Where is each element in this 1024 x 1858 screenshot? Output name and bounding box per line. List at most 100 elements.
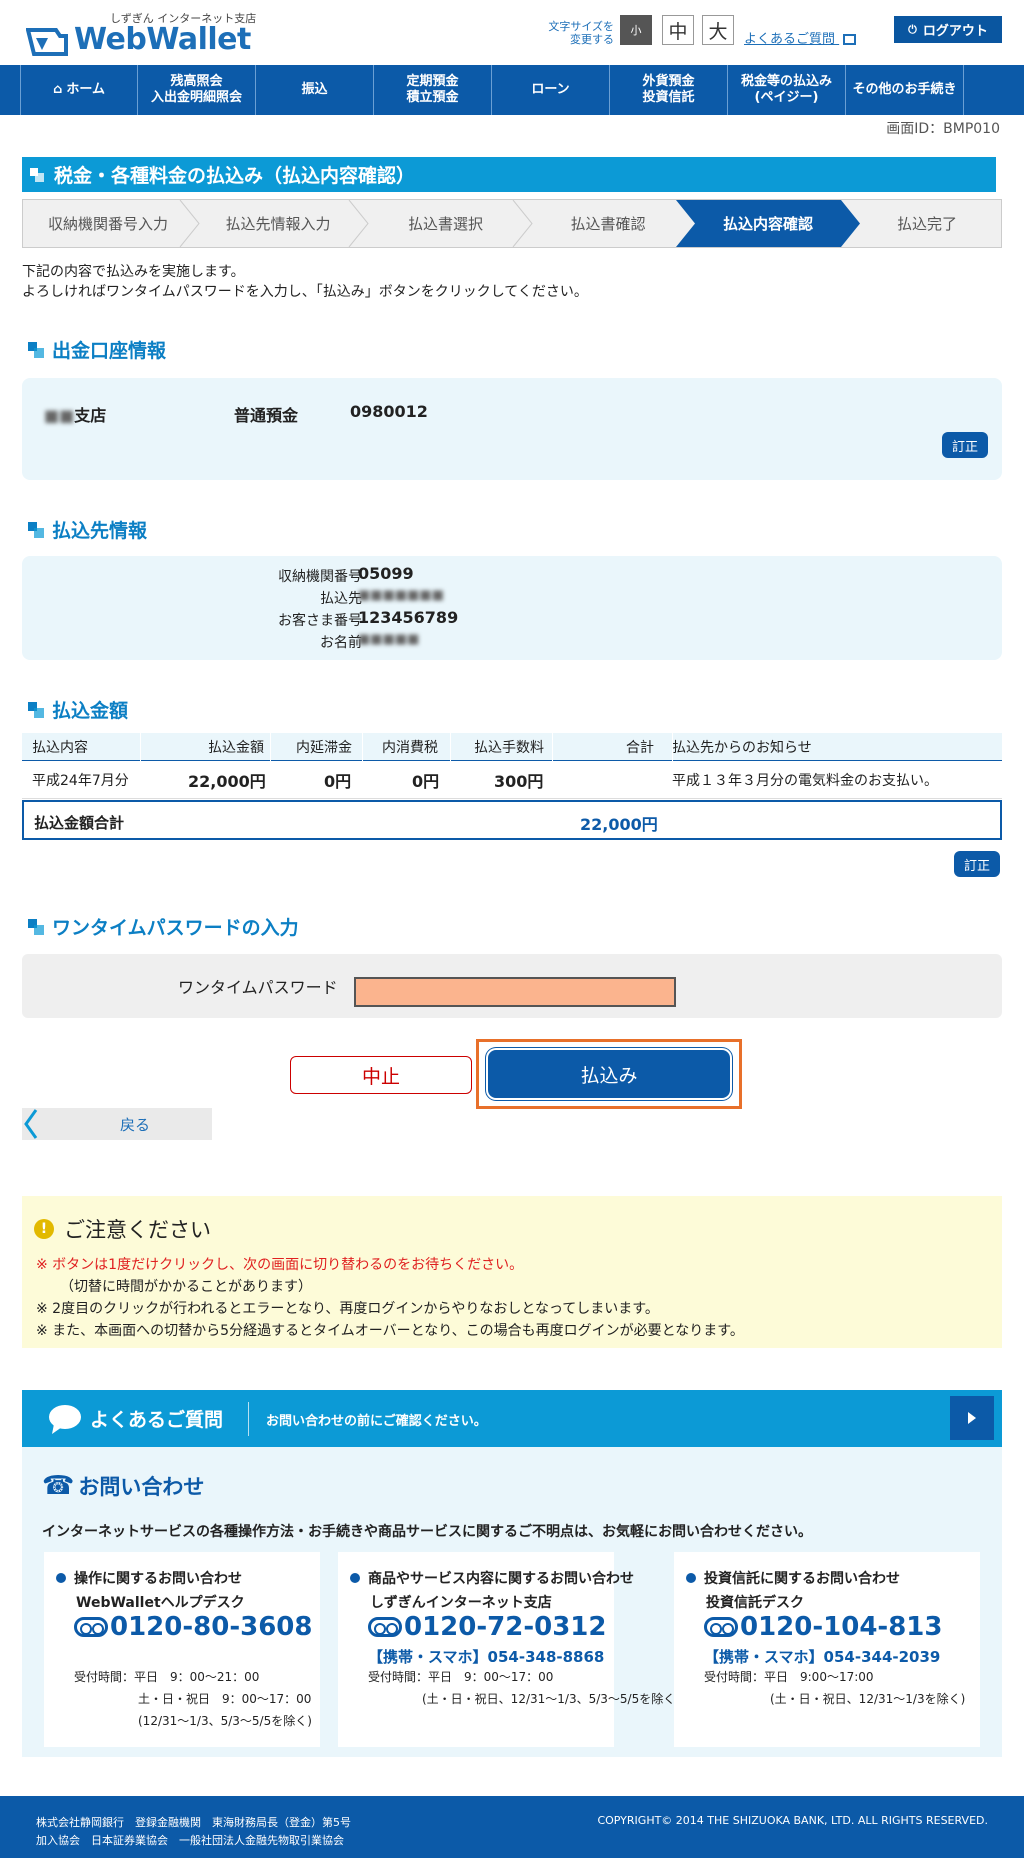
total-value: 22,000円 [580, 815, 658, 834]
notice-line2: （切替に時間がかかることがあります） [60, 1279, 312, 1295]
contact-card-fund: 投資信託に関するお問い合わせ 投資信託デスク 0120-104-813 【携帯・… [674, 1552, 980, 1747]
account-branch: ■■支店 [44, 402, 106, 426]
otp-label: ワンタイムパスワード [178, 978, 338, 997]
amount-total-row: 払込金額合計 22,000円 [22, 800, 1002, 840]
payee-panel: 収納機関番号 05099 払込先 ■■■■■■■ お客さま番号 12345678… [22, 556, 1002, 660]
contact-card-mobile[interactable]: 【携帯・スマホ】054-344-2039 [704, 1646, 940, 1667]
faq-bar-arrow-button[interactable] [950, 1396, 994, 1440]
notice-line4: ※ また、本画面への切替から5分経過するとタイムオーバーとなり、この場合も再度ロ… [36, 1323, 744, 1339]
faq-bar-title: よくあるご質問 [90, 1409, 224, 1431]
payee-customer-name-redacted: ■■■■■ [358, 632, 420, 647]
nav-balance[interactable]: 残高照会 入出金明細照会 [138, 65, 256, 115]
amount-edit-button[interactable]: 訂正 [954, 851, 1000, 877]
nav-deposit[interactable]: 定期預金 積立預金 [374, 65, 492, 115]
row-fee: 300円 [494, 772, 544, 791]
external-window-icon [843, 34, 857, 45]
section-square-icon [28, 521, 44, 538]
payee-heading-text: 払込先情報 [52, 520, 148, 542]
logo[interactable]: しずぎん インターネット支店 WebWallet [24, 10, 264, 58]
row-notice: 平成１３年３月分の電気料金のお支払い。 [672, 773, 938, 789]
home-icon: ⌂ [53, 82, 63, 97]
otp-heading-text: ワンタイムパスワードの入力 [52, 917, 299, 939]
payee-agency-number: 05099 [358, 564, 414, 583]
nav-transfer[interactable]: 振込 [256, 65, 374, 115]
faq-bar-divider [248, 1402, 249, 1436]
contact-card-operation: 操作に関するお問い合わせ WebWalletヘルプデスク 0120-80-360… [44, 1552, 320, 1747]
pay-button[interactable]: 払込み [488, 1050, 730, 1098]
account-edit-button[interactable]: 訂正 [942, 432, 988, 458]
contact-card-hours2: (土・日・祝日、12/31～1/3を除く) [770, 1692, 966, 1706]
faq-bar[interactable]: よくあるご質問 お問い合わせの前にご確認ください。 [22, 1390, 1002, 1447]
contact-card-tel[interactable]: 0120-104-813 [704, 1612, 943, 1642]
freedial-icon [74, 1617, 108, 1637]
step-5-current: 払込内容確認 [722, 215, 813, 233]
row-amount: 22,000円 [188, 772, 266, 791]
payee-customer-number: 123456789 [358, 608, 459, 627]
power-icon: ⏻ [908, 22, 917, 36]
logout-label: ログアウト [922, 24, 988, 39]
contact-card-mobile[interactable]: 【携帯・スマホ】054-348-8868 [368, 1646, 604, 1667]
nav-payeasy[interactable]: 税金等の払込み (ペイジー) [728, 65, 846, 115]
row-content: 平成24年7月分 [32, 773, 129, 789]
exclamation-icon: ! [34, 1219, 54, 1239]
fontsize-small-button[interactable]: 小 [620, 15, 652, 45]
contact-card-desk: 投資信託デスク [706, 1595, 804, 1611]
payee-heading: 払込先情報 [28, 516, 147, 543]
faq-bar-subtitle: お問い合わせの前にご確認ください。 [266, 1414, 487, 1429]
footer-copyright: COPYRIGHT© 2014 THE SHIZUOKA BANK, LTD. … [597, 1814, 988, 1827]
section-square-icon [28, 701, 44, 718]
contact-card-hours1: 受付時間：平日 9：00～17：00 [368, 1670, 554, 1684]
back-label: 戻る [120, 1115, 151, 1134]
col-fee: 払込手数料 [474, 740, 544, 756]
step-2: 払込先情報入力 [225, 215, 331, 233]
contact-card-hours3: (12/31～1/3、5/3～5/5を除く) [138, 1714, 312, 1728]
footer: 株式会社静岡銀行 登録金融機関 東海財務局長（登金）第5号 加入協会 日本証券業… [0, 1796, 1024, 1858]
contact-card-heading: 操作に関するお問い合わせ [56, 1568, 242, 1588]
contact-card-hours1: 受付時間：平日 9:00～17:00 [704, 1670, 874, 1684]
faq-link[interactable]: よくあるご質問 [744, 28, 857, 47]
nav-foreign[interactable]: 外貨預金 投資信託 [610, 65, 728, 115]
contact-card-hours2: 土・日・祝日 9：00～17：00 [138, 1692, 312, 1706]
bullet-icon [350, 1573, 360, 1583]
bullet-icon [686, 1573, 696, 1583]
nav-other[interactable]: その他のお手続き [846, 65, 964, 115]
account-panel: ■■支店 普通預金 0980012 訂正 [22, 378, 1002, 480]
back-button[interactable]: 戻る [22, 1108, 212, 1140]
logout-button[interactable]: ⏻ ログアウト [894, 16, 1002, 43]
col-tax: 内消費税 [382, 740, 438, 756]
fontsize-label: 文字サイズを 変更する [546, 20, 614, 46]
contact-card-product: 商品やサービス内容に関するお問い合わせ しずぎんインターネット支店 0120-7… [338, 1552, 680, 1747]
payee-label-payee: 払込先 [320, 591, 362, 607]
notice-line1: ※ ボタンは1度だけクリックし、次の画面に切り替わるのをお待ちください。 [36, 1257, 524, 1273]
chevron-left-icon [24, 1109, 38, 1139]
contact-title-text: お問い合わせ [78, 1475, 205, 1499]
contact-card-tel-number: 0120-104-813 [740, 1612, 943, 1642]
contact-title: ☎ お問い合わせ [42, 1471, 204, 1501]
account-heading-text: 出金口座情報 [52, 340, 167, 362]
account-branch-suffix: 支店 [74, 406, 107, 425]
bullet-icon [56, 1573, 66, 1583]
col-late-fee: 内延滞金 [296, 740, 352, 756]
nav-loan[interactable]: ローン [492, 65, 610, 115]
col-divider [140, 733, 141, 761]
otp-input[interactable] [354, 977, 676, 1007]
contact-card-tel[interactable]: 0120-80-3608 [74, 1612, 313, 1642]
fontsize-medium-button[interactable]: 中 [662, 15, 694, 45]
play-arrow-icon [968, 1412, 976, 1424]
step-1: 収納機関番号入力 [47, 215, 168, 233]
contact-panel: ☎ お問い合わせ インターネットサービスの各種操作方法・お手続きや商品サービスに… [22, 1447, 1002, 1757]
nav-home[interactable]: ⌂ ホーム [20, 65, 138, 115]
contact-card-tel[interactable]: 0120-72-0312 [368, 1612, 607, 1642]
account-branch-redacted: ■■ [44, 406, 75, 425]
notice-lines: ※ ボタンは1度だけクリックし、次の画面に切り替わるのをお待ちください。 （切替… [36, 1254, 744, 1342]
col-divider [270, 733, 271, 761]
step-4: 払込書確認 [570, 215, 646, 233]
fontsize-large-button[interactable]: 大 [702, 15, 734, 45]
cancel-button[interactable]: 中止 [290, 1056, 472, 1094]
payee-label-customer: お客さま番号 [278, 613, 362, 629]
page-title: 税金・各種料金の払込み（払込内容確認） [22, 157, 996, 192]
col-divider [362, 733, 363, 761]
section-square-icon [28, 341, 44, 358]
account-type: 普通預金 [234, 406, 299, 425]
telephone-icon: ☎ [42, 1471, 75, 1501]
